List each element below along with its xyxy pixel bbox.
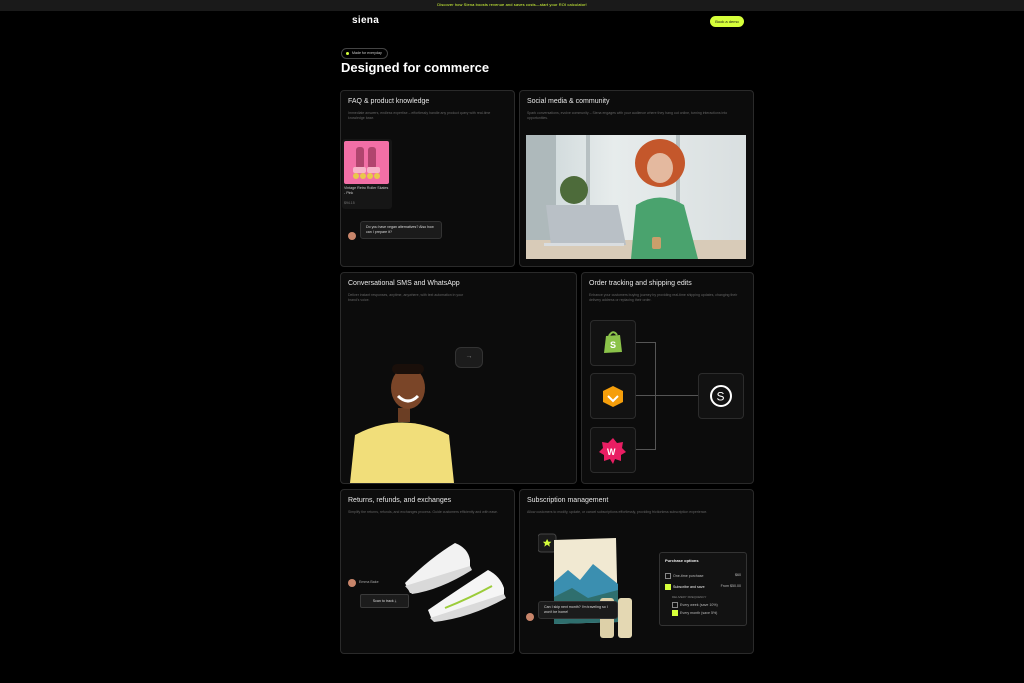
radio-icon bbox=[665, 573, 671, 579]
one-time-option[interactable]: One-time purchase $60 bbox=[665, 573, 741, 579]
w-brand-icon-box[interactable]: W bbox=[590, 427, 636, 473]
product-pouch-image bbox=[537, 532, 638, 642]
connector-line bbox=[655, 342, 656, 450]
roller-skates-image bbox=[344, 141, 389, 184]
checkbox-checked-icon bbox=[672, 610, 678, 616]
section-pill: Made for everyday bbox=[341, 48, 388, 59]
monthly-label: Every month (save 5%) bbox=[680, 610, 718, 615]
download-icon: ⤓ bbox=[394, 599, 397, 603]
subscribe-price: From $50.00 bbox=[720, 584, 741, 588]
siena-s-icon: S bbox=[710, 385, 732, 407]
one-time-price: $60 bbox=[735, 573, 741, 577]
smiling-man-photo bbox=[350, 360, 454, 483]
weekly-option[interactable]: Every week (save 10%) bbox=[672, 602, 740, 608]
returns-desc: Simplify the returns, refunds, and excha… bbox=[348, 510, 498, 514]
product-price: $94.15 bbox=[344, 201, 355, 205]
customer-avatar bbox=[348, 579, 356, 587]
customer-name: Emma Bake bbox=[359, 580, 379, 584]
section-pill-label: Made for everyday bbox=[352, 51, 382, 55]
book-demo-button[interactable]: Book a demo bbox=[710, 16, 744, 27]
siena-logo[interactable]: siena bbox=[352, 15, 379, 26]
arrow-right-button[interactable]: → bbox=[455, 347, 483, 368]
product-name: Vintage Retro Roller Skates - Pink bbox=[344, 186, 389, 195]
page-title: Designed for commerce bbox=[341, 60, 490, 75]
monthly-option[interactable]: Every month (save 5%) bbox=[672, 610, 740, 616]
radio-selected-icon bbox=[665, 584, 671, 590]
social-title: Social media & community bbox=[527, 98, 610, 105]
faq-chat-bubble: Do you have vegan alternatives? Also how… bbox=[360, 221, 442, 239]
purchase-options-panel: Purchase options One-time purchase $60 Su… bbox=[659, 552, 747, 626]
package-icon bbox=[603, 386, 623, 407]
svg-text:S: S bbox=[717, 390, 725, 404]
package-icon-box[interactable] bbox=[590, 373, 636, 419]
sneakers-image bbox=[400, 538, 510, 623]
connector-line bbox=[636, 395, 698, 396]
customer-avatar bbox=[526, 613, 534, 621]
returns-title: Returns, refunds, and exchanges bbox=[348, 497, 452, 504]
faq-desc: Immediate answers, endless expertise – e… bbox=[348, 111, 491, 120]
connector-line bbox=[636, 342, 656, 343]
customer-avatar bbox=[348, 232, 356, 240]
subs-chat-bubble: Can I skip next month? I'm traveling so … bbox=[538, 601, 618, 619]
orders-desc: Enhance your customers buying journey by… bbox=[589, 293, 738, 302]
sms-desc: Deliver instant responses, anytime, anyw… bbox=[348, 293, 464, 302]
faq-title: FAQ & product knowledge bbox=[348, 98, 430, 105]
one-time-label: One-time purchase bbox=[673, 573, 704, 578]
weekly-label: Every week (save 10%) bbox=[680, 602, 718, 607]
shopify-icon-box[interactable]: S bbox=[590, 320, 636, 366]
social-desc: Spark conversations, evolve community – … bbox=[527, 111, 728, 120]
w-brand-icon: W bbox=[599, 438, 626, 464]
subs-title: Subscription management bbox=[527, 497, 609, 504]
dot-icon bbox=[346, 52, 349, 55]
sms-title: Conversational SMS and WhatsApp bbox=[348, 280, 460, 287]
subscribe-label: Subscribe and save bbox=[673, 584, 705, 589]
checkbox-icon bbox=[672, 602, 678, 608]
subs-desc: Allow customers to modify, update, or ca… bbox=[527, 510, 708, 514]
product-card[interactable]: Vintage Retro Roller Skates - Pink $94.1… bbox=[342, 139, 392, 209]
announcement-bar: Discover how Siena boosts revenue and sa… bbox=[0, 0, 1024, 11]
shopify-icon: S bbox=[604, 331, 622, 353]
subscribe-option[interactable]: Subscribe and save From $50.00 bbox=[665, 584, 741, 590]
scan-to-track-label: Scan to track bbox=[372, 599, 394, 603]
svg-text:S: S bbox=[610, 340, 616, 350]
scan-to-track-button[interactable]: Scan to track ⤓ bbox=[360, 594, 409, 608]
svg-text:W: W bbox=[607, 447, 616, 457]
connector-line bbox=[636, 449, 656, 450]
siena-icon-box[interactable]: S bbox=[698, 373, 744, 419]
announcement-text[interactable]: Discover how Siena boosts revenue and sa… bbox=[0, 2, 1024, 7]
frequency-label: DELIVERY FREQUENCY bbox=[672, 595, 707, 599]
office-woman-photo bbox=[526, 135, 746, 259]
purchase-title: Purchase options bbox=[665, 558, 699, 563]
orders-title: Order tracking and shipping edits bbox=[589, 280, 692, 287]
